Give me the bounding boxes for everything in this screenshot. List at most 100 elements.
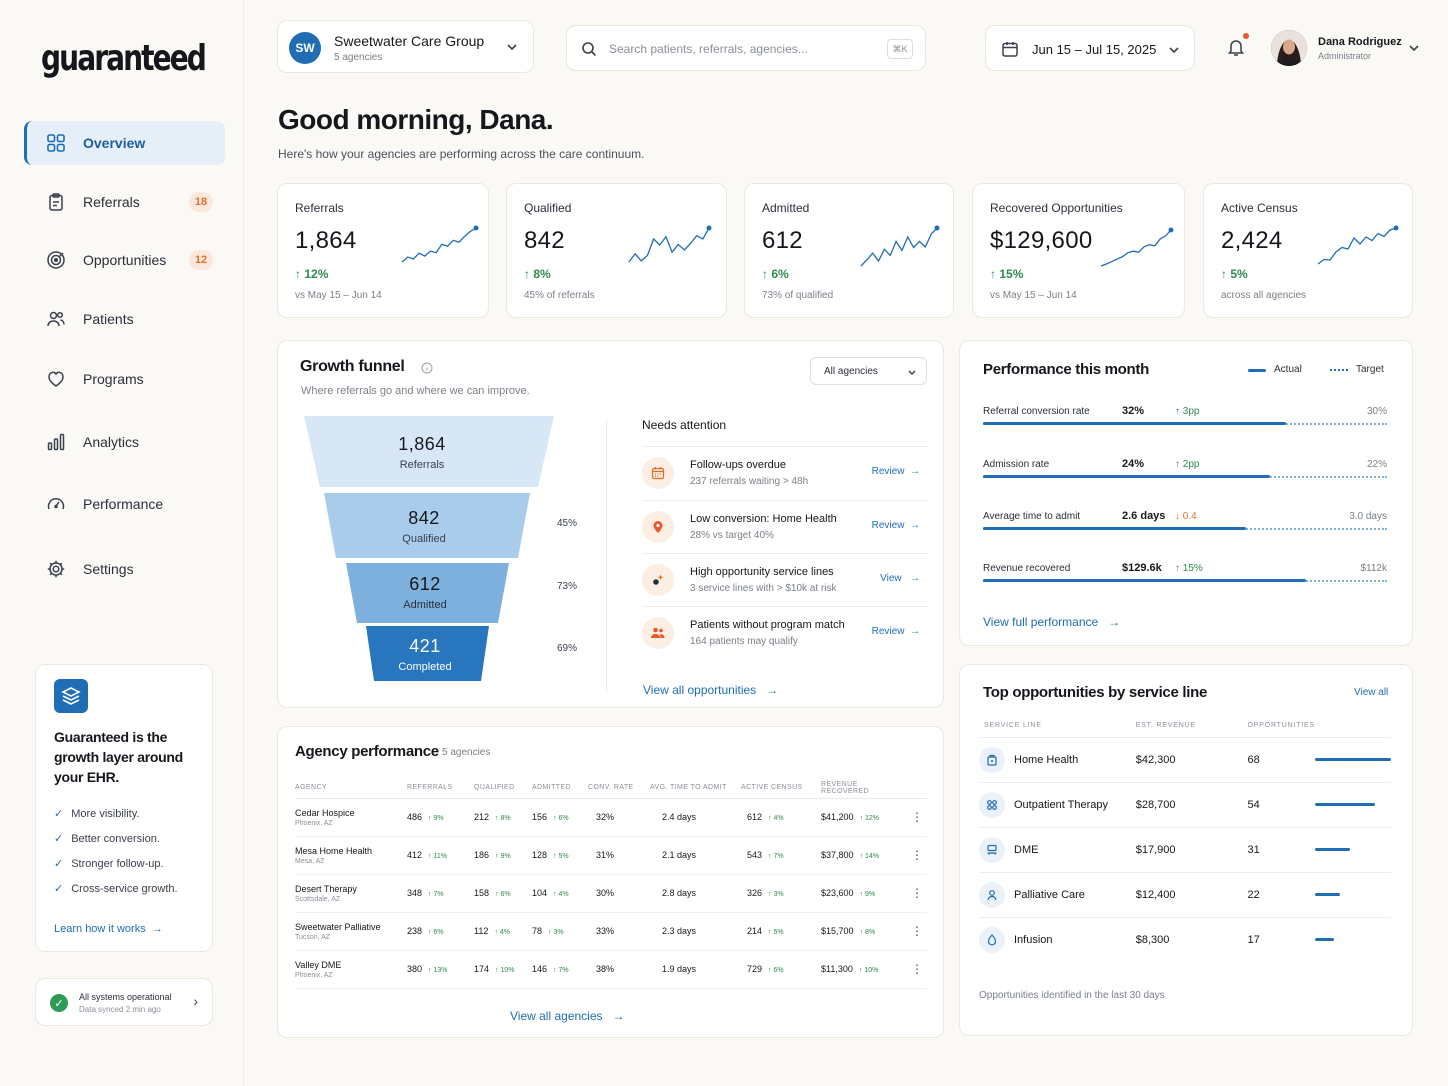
table-row[interactable]: Valley DME Phoenix, AZ 380 ↑ 13% 174 ↑ 10% 146… <box>295 950 927 989</box>
change-up: ↑ 5% <box>553 853 569 860</box>
sidebar-item-overview[interactable]: Overview <box>24 121 225 165</box>
gear-icon <box>47 560 65 578</box>
sidebar-item-performance[interactable]: Performance <box>24 482 225 526</box>
actual-progress-bar <box>983 579 1306 582</box>
metric-label: Revenue recovered <box>983 563 1071 574</box>
kpi-card-active-census[interactable]: Active Census 2,424 ↑ 5% across all agen… <box>1203 183 1413 318</box>
search-input[interactable] <box>609 38 869 60</box>
table-row[interactable]: Cedar Hospice Phoenix, AZ 486 ↑ 9% 212 ↑ 8% 15… <box>295 798 927 837</box>
sidebar-item-patients[interactable]: Patients <box>24 297 225 341</box>
metric-label: Referral conversion rate <box>983 406 1090 417</box>
info-icon[interactable] <box>421 362 433 374</box>
chevron-down-icon <box>1169 47 1179 54</box>
sidebar-item-analytics[interactable]: Analytics <box>24 420 225 464</box>
table-row[interactable]: Infusion $8,300 17 <box>979 916 1391 962</box>
row-menu-button[interactable]: ⋮ <box>907 874 927 913</box>
org-switcher[interactable]: SW Sweetwater Care Group 5 agencies <box>277 20 534 73</box>
attention-item-no-program-match[interactable]: Patients without program match 164 patie… <box>642 606 928 659</box>
table-row[interactable]: DME $17,900 31 <box>979 826 1391 872</box>
kpi-card-recovered-opportunities[interactable]: Recovered Opportunities $129,600 ↑ 15% v… <box>972 183 1185 318</box>
column-header[interactable]: OPPORTUNITIES <box>1248 715 1315 737</box>
agency-filter-dropdown[interactable]: All agencies <box>810 357 927 385</box>
table-row[interactable]: Sweetwater Palliative Tucson, AZ 238 ↑ 6% 11… <box>295 912 927 951</box>
column-header[interactable]: AVG. TIME TO ADMIT <box>650 778 741 799</box>
review-link[interactable]: Review → <box>872 626 920 637</box>
attention-item-followups[interactable]: Follow-ups overdue 237 referrals waiting… <box>642 446 928 499</box>
attention-item-low-conversion[interactable]: Low conversion: Home Health 28% vs targe… <box>642 500 928 553</box>
sidebar-item-referrals[interactable]: Referrals 18 <box>24 180 225 224</box>
column-header[interactable]: REVENUE RECOVERED <box>821 778 907 799</box>
review-link[interactable]: Review → <box>872 520 920 531</box>
heart-icon <box>48 371 64 387</box>
column-header[interactable]: SERVICE LINE <box>979 715 1136 737</box>
table-row[interactable]: Outpatient Therapy $28,700 54 <box>979 781 1391 827</box>
row-menu-button[interactable]: ⋮ <box>907 836 927 875</box>
row-menu-button[interactable]: ⋮ <box>907 912 927 951</box>
check-icon: ✓ <box>54 808 64 820</box>
top-opportunities-table: SERVICE LINE EST. REVENUE OPPORTUNITIES … <box>979 715 1391 962</box>
date-range-picker[interactable]: Jun 15 – Jul 15, 2025 <box>985 25 1195 71</box>
kpi-card-referrals[interactable]: Referrals 1,864 ↑ 12% vs May 15 – Jun 14 <box>277 183 489 318</box>
kpi-card-admitted[interactable]: Admitted 612 ↑ 6% 73% of qualified <box>744 183 954 318</box>
notifications-button[interactable] <box>1226 33 1249 59</box>
admitted-cell: 104 ↑ 4% <box>532 874 588 913</box>
sidebar-item-programs[interactable]: Programs <box>24 357 225 401</box>
performance-row[interactable]: Revenue recovered $129.6k ↑ 15% $112k <box>983 562 1387 615</box>
row-menu-button[interactable]: ⋮ <box>907 798 927 837</box>
column-header[interactable]: QUALIFIED <box>474 778 532 799</box>
view-all-service-lines-link[interactable]: View all <box>1354 687 1388 698</box>
table-row[interactable]: Palliative Care $12,400 22 <box>979 871 1391 917</box>
sparkline-endpoint <box>934 225 940 231</box>
arrow-right-icon: → <box>1098 615 1121 629</box>
row-menu-button[interactable]: ⋮ <box>907 950 927 989</box>
revenue-cell: $41,200 ↑ 12% <box>821 798 907 837</box>
view-all-opportunities-link[interactable]: View all opportunities → <box>643 683 778 697</box>
app-logo[interactable]: guaranteed <box>41 38 207 79</box>
arrow-right-icon: → <box>904 626 920 637</box>
legend-actual-label: Actual <box>1274 364 1302 375</box>
check-icon: ✓ <box>54 858 64 870</box>
view-all-agencies-link[interactable]: View all agencies → <box>510 1009 625 1023</box>
kpi-card-qualified[interactable]: Qualified 842 ↑ 8% 45% of referrals <box>506 183 727 318</box>
table-row[interactable]: Mesa Home Health Mesa, AZ 412 ↑ 11% 186 ↑ 9% 1… <box>295 836 927 875</box>
column-header[interactable]: EST. REVENUE <box>1136 715 1248 737</box>
performance-row[interactable]: Admission rate 24% ↑ 2pp 22% <box>983 458 1387 511</box>
table-row[interactable]: Home Health $42,300 68 <box>979 736 1391 782</box>
sidebar-item-settings[interactable]: Settings <box>24 547 225 591</box>
user-avatar[interactable] <box>1271 30 1307 66</box>
attention-item-title: High opportunity service lines <box>690 566 834 578</box>
column-header[interactable]: REFERRALS <box>407 778 474 799</box>
system-status-card[interactable]: ✓ All systems operational Data synced 2 … <box>35 978 213 1026</box>
kpi-value: 842 <box>524 227 565 254</box>
attention-item-detail: 164 patients may qualify <box>690 636 798 647</box>
change-up: ↑ 4% <box>494 929 510 936</box>
performance-row[interactable]: Average time to admit 2.6 days ↓ 0.4 3.0… <box>983 510 1387 563</box>
table-row[interactable]: Desert Therapy Scottsdale, AZ 348 ↑ 7% 158 ↑ … <box>295 874 927 913</box>
column-header[interactable]: ACTIVE CENSUS <box>741 778 821 799</box>
attention-item-title: Low conversion: Home Health <box>690 513 837 525</box>
learn-how-link[interactable]: Learn how it works → <box>54 923 163 935</box>
qualified-cell: 186 ↑ 9% <box>474 836 532 875</box>
review-link[interactable]: Review → <box>872 466 920 477</box>
view-full-performance-link[interactable]: View full performance → <box>983 615 1120 629</box>
change-up: ↑ 4% <box>768 815 784 822</box>
sidebar-item-opportunities[interactable]: Opportunities 12 <box>24 238 225 282</box>
growth-funnel-subtitle: Where referrals go and where we can impr… <box>301 385 530 397</box>
chevron-down-icon[interactable] <box>1408 44 1420 52</box>
admitted-cell: 156 ↑ 6% <box>532 798 588 837</box>
column-header[interactable]: ADMITTED <box>532 778 588 799</box>
referrals-cell: 486 ↑ 9% <box>407 798 474 837</box>
performance-row[interactable]: Referral conversion rate 32% ↑ 3pp 30% <box>983 405 1387 458</box>
arrow-up-icon: ↑ <box>990 267 996 281</box>
column-header[interactable]: AGENCY <box>295 778 407 799</box>
view-link[interactable]: View → <box>880 573 920 584</box>
more-vertical-icon: ⋮ <box>911 810 923 824</box>
search-bar[interactable]: ⌘K <box>566 25 926 71</box>
org-name: Sweetwater Care Group <box>334 33 485 49</box>
attention-item-high-opportunity[interactable]: High opportunity service lines 3 service… <box>642 553 928 606</box>
change-up: ↑ 11% <box>428 853 447 860</box>
arrow-right-icon: → <box>901 573 920 584</box>
equipment-icon <box>979 836 1005 863</box>
check-circle-icon: ✓ <box>50 994 68 1012</box>
column-header[interactable]: CONV. RATE <box>588 778 650 799</box>
